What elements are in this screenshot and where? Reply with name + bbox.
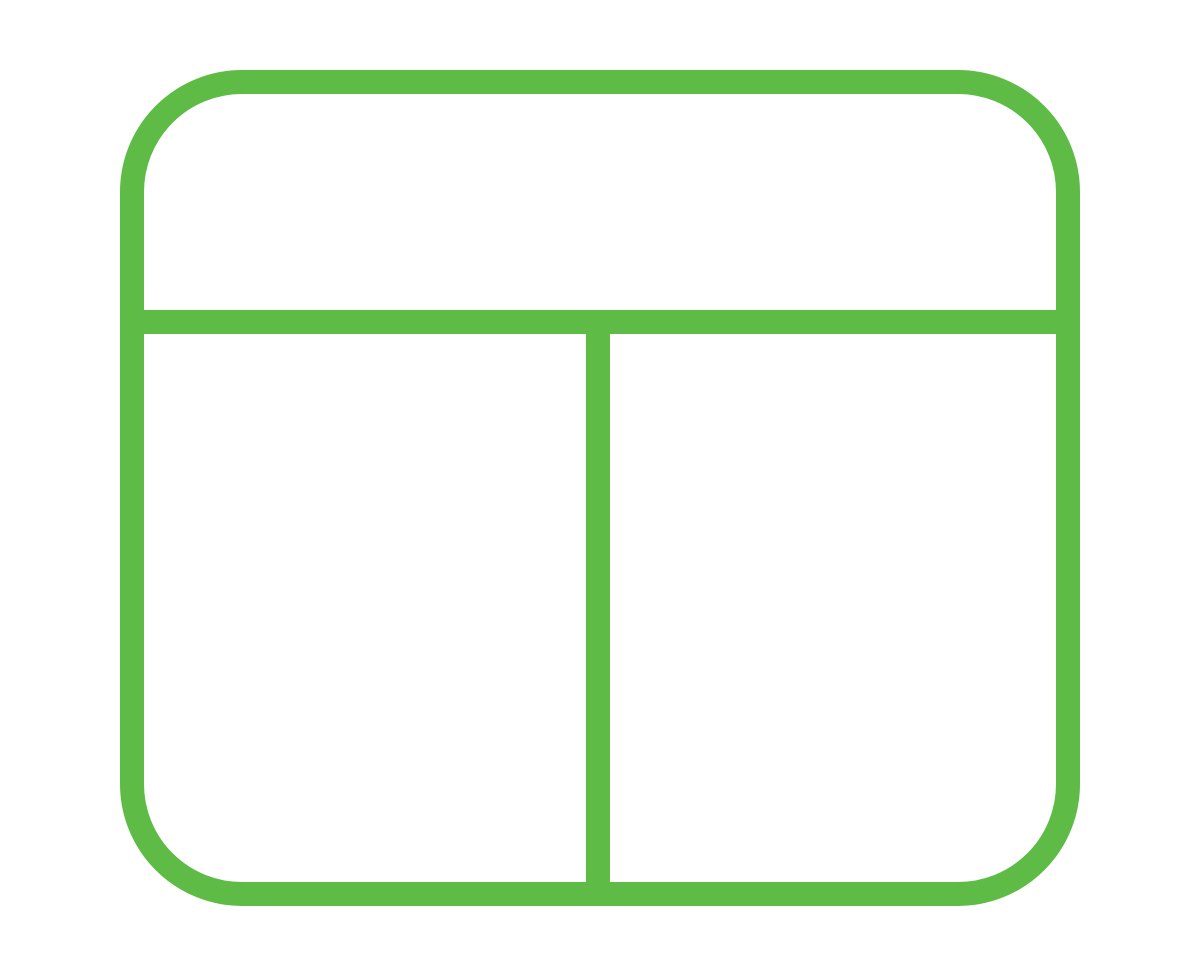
icon-canvas: [0, 0, 1200, 960]
layout-panels-icon: [0, 0, 1200, 960]
